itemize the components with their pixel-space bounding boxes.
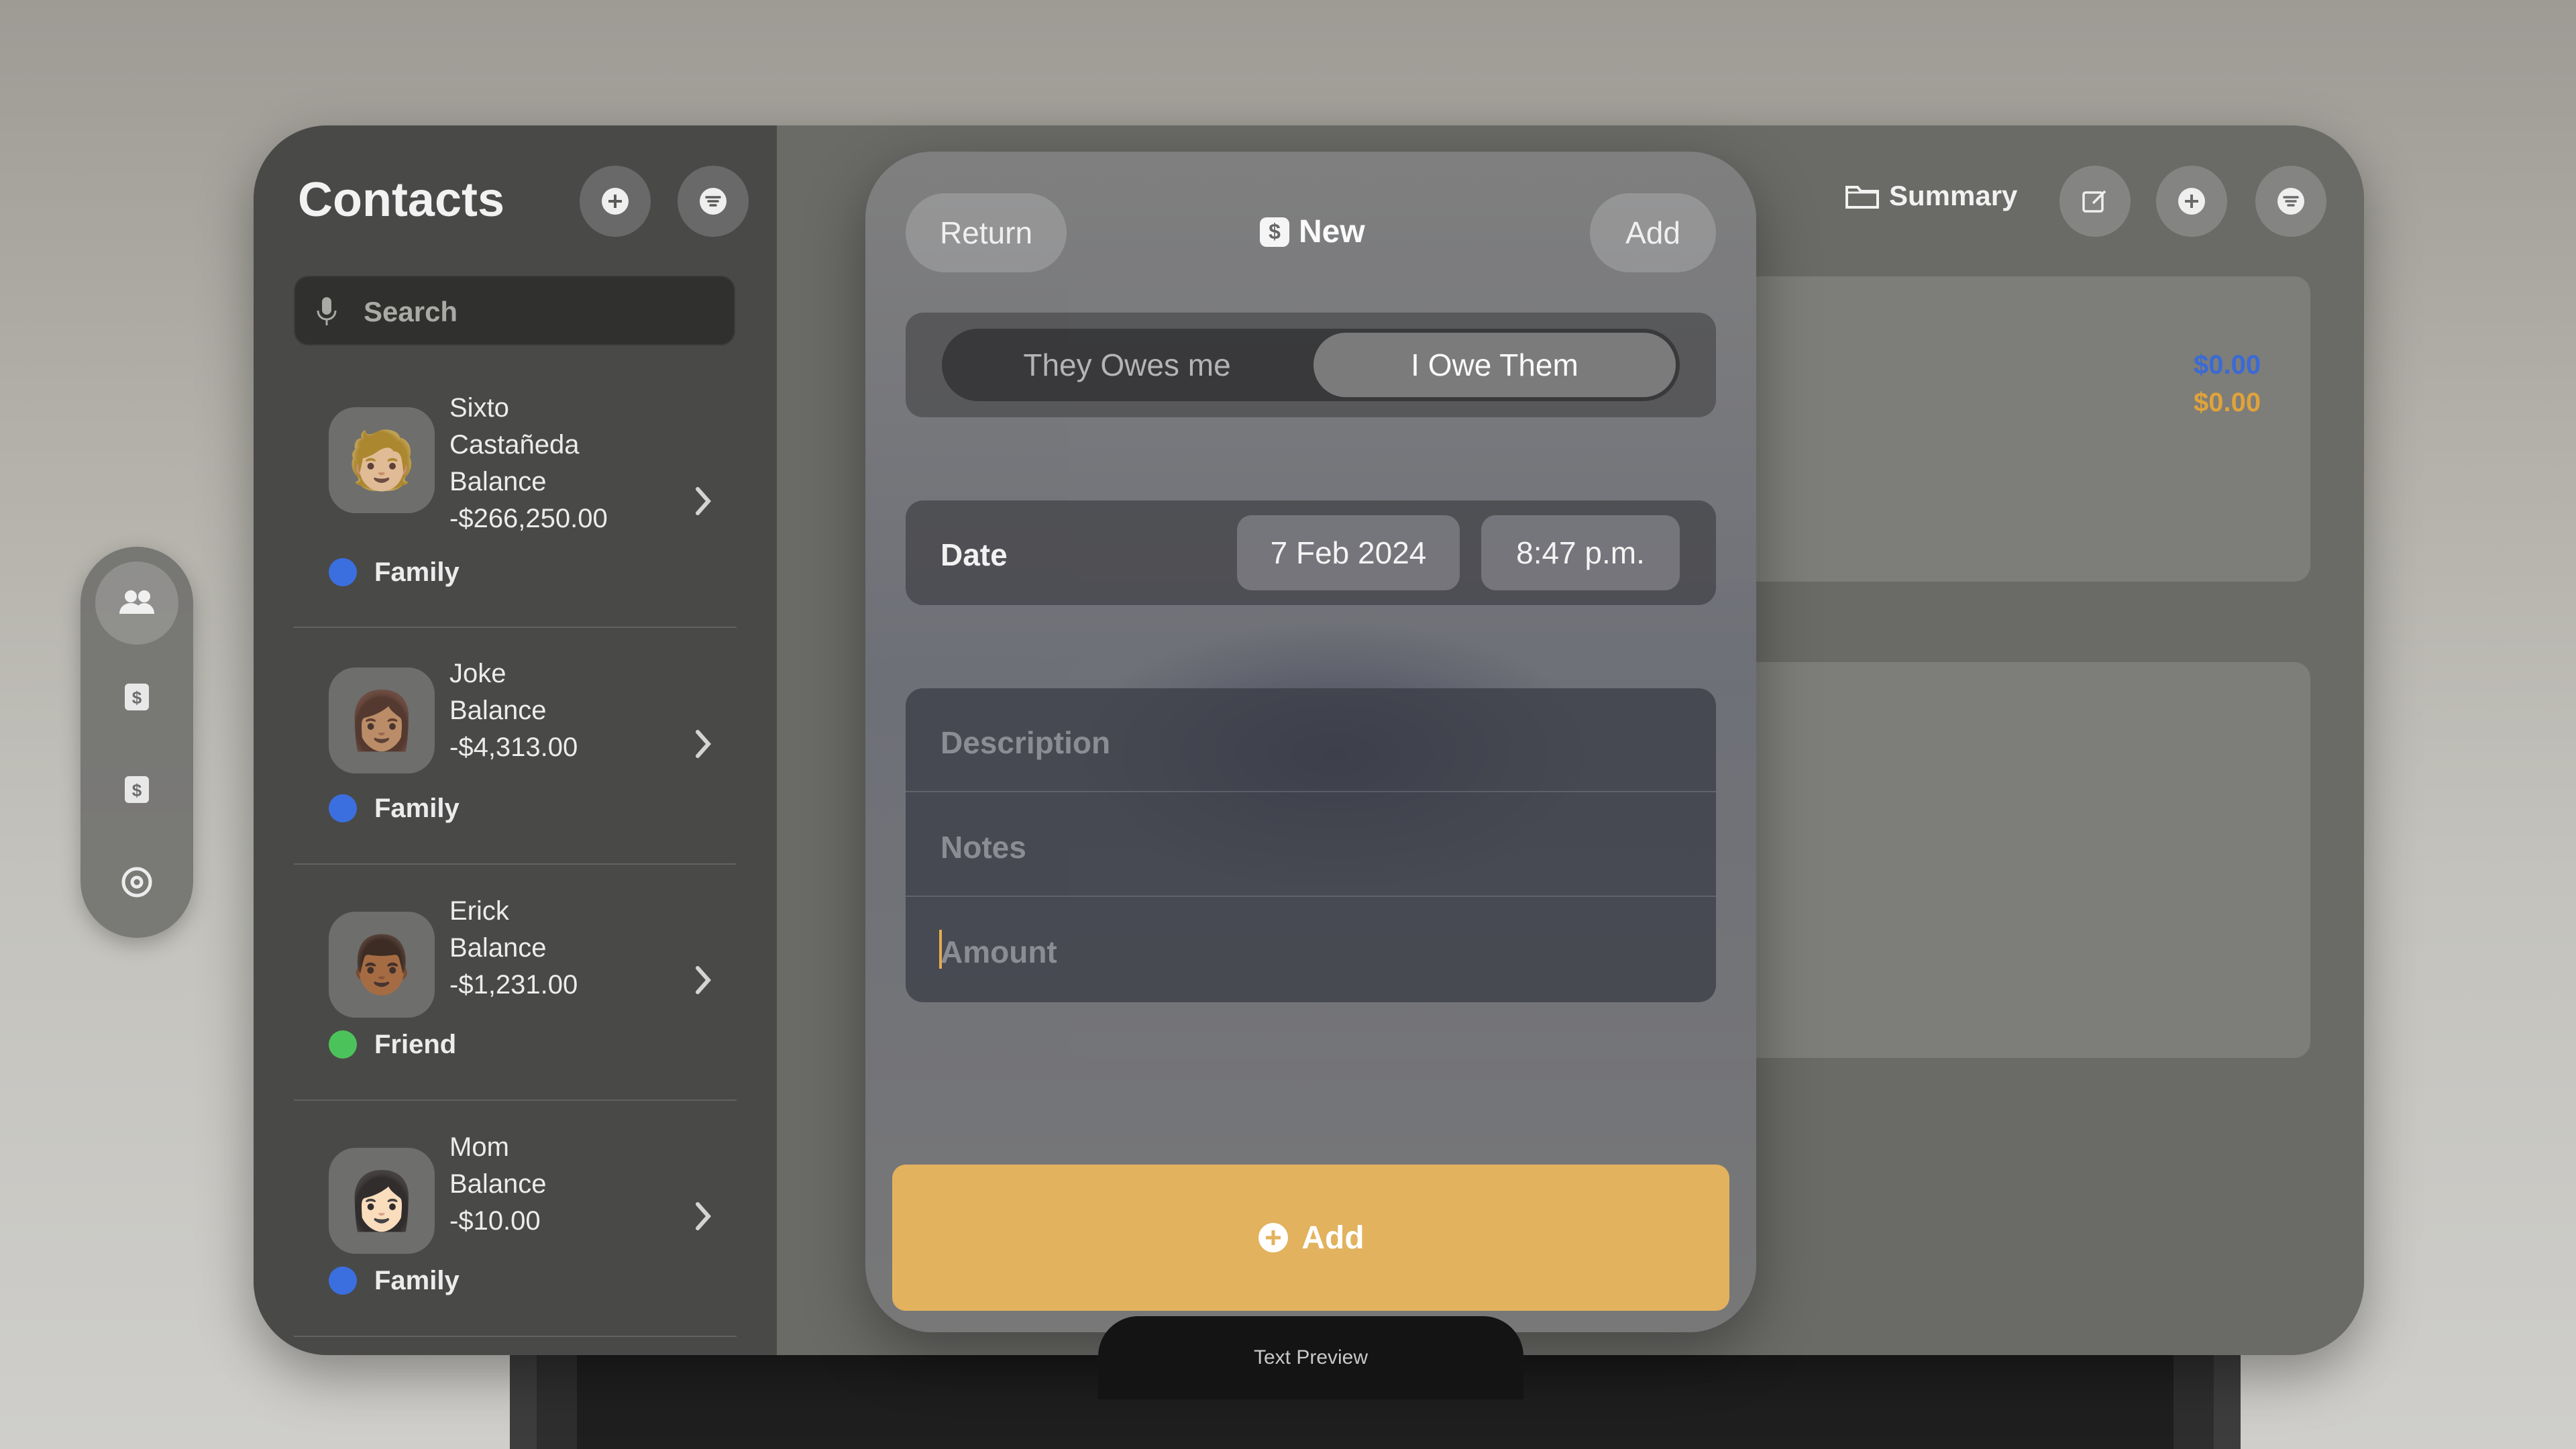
avatar: 🧑🏼 — [329, 407, 435, 513]
search-field[interactable]: Search — [294, 276, 735, 345]
contact-row[interactable]: 👨🏾 Erick Balance -$1,231.00 Friend — [294, 896, 737, 1146]
search-placeholder: Search — [364, 296, 458, 327]
divider — [294, 627, 737, 628]
description-placeholder: Description — [941, 725, 1111, 760]
contact-name: Mom — [449, 1132, 509, 1162]
summary-button[interactable]: Summary — [1845, 180, 2017, 212]
contact-tag: Family — [374, 557, 460, 587]
add-button[interactable]: Add — [892, 1165, 1729, 1311]
add-button-label: Add — [1301, 1220, 1364, 1256]
contact-row[interactable]: 👩🏻 Mom Balance -$10.00 Family — [294, 1132, 737, 1355]
date-picker[interactable]: 7 Feb 2024 — [1237, 515, 1460, 590]
time-picker[interactable]: 8:47 p.m. — [1481, 515, 1680, 590]
segment-they-owe-me[interactable]: They Owes me — [946, 333, 1308, 397]
notes-field[interactable]: Notes — [906, 793, 1716, 897]
sheet-title-text: New — [1299, 214, 1365, 250]
gear-icon — [121, 867, 152, 898]
contact-name: Erick — [449, 896, 509, 926]
contact-row[interactable]: 🧑🏼 Sixto Castañeda Balance -$266,250.00 … — [294, 393, 737, 642]
notes-placeholder: Notes — [941, 830, 1026, 865]
details-form: Description Notes Amount — [906, 688, 1716, 1002]
compose-icon — [2082, 190, 2106, 213]
amount-field[interactable]: Amount — [906, 898, 1716, 1002]
tag-color-dot — [329, 558, 357, 586]
tag-color-dot — [329, 794, 357, 822]
microphone-icon — [317, 297, 337, 325]
svg-text:$: $ — [132, 780, 142, 800]
contact-row[interactable]: 👩🏽 Joke Balance -$4,313.00 Family — [294, 659, 737, 910]
divider — [294, 863, 737, 865]
date-label: Date — [941, 537, 1008, 572]
segment-i-owe-them[interactable]: I Owe Them — [1313, 333, 1676, 397]
add-toolbar-button[interactable]: Add — [1590, 193, 1716, 272]
plus-circle-icon — [1258, 1223, 1289, 1252]
people-icon — [119, 590, 154, 614]
contact-info: Joke Balance -$4,313.00 — [449, 655, 678, 766]
filter-icon — [2277, 188, 2304, 215]
folder-icon — [1845, 186, 1879, 209]
avatar: 👩🏻 — [329, 1148, 435, 1254]
contact-info: Mom Balance -$10.00 — [449, 1129, 678, 1240]
return-button[interactable]: Return — [906, 193, 1067, 272]
balance-label: Balance — [449, 696, 547, 725]
tag-color-dot — [329, 1267, 357, 1295]
date-row: Date 7 Feb 2024 8:47 p.m. — [906, 500, 1716, 605]
contact-tag: Family — [374, 1266, 460, 1295]
balance-value: -$4,313.00 — [449, 733, 578, 762]
description-field[interactable]: Description — [906, 688, 1716, 792]
plus-circle-icon — [2178, 188, 2205, 215]
direction-section: They Owes me I Owe Them — [906, 313, 1716, 417]
direction-segmented-control[interactable]: They Owes me I Owe Them — [942, 329, 1680, 401]
divider — [294, 1099, 737, 1101]
add-transaction-button[interactable] — [2156, 166, 2227, 237]
rail-settings-button[interactable] — [95, 841, 178, 924]
filter-icon — [700, 188, 727, 215]
text-preview-ornament: Text Preview — [1098, 1316, 1523, 1399]
rail-contacts-button[interactable] — [95, 561, 178, 645]
filter-transactions-button[interactable] — [2255, 166, 2326, 237]
amount-i-owe: $0.00 — [2194, 388, 2261, 417]
svg-text:$: $ — [132, 688, 142, 708]
add-contact-button[interactable] — [580, 166, 651, 237]
compose-button[interactable] — [2059, 166, 2131, 237]
chevron-right-icon — [696, 730, 712, 758]
rail-summary-button[interactable]: $ — [95, 748, 178, 831]
tab-rail: $ $ — [80, 547, 193, 938]
dollar-icon: $ — [1260, 217, 1289, 247]
chevron-right-icon — [696, 966, 712, 994]
rail-transactions-button[interactable]: $ — [95, 655, 178, 739]
balance-label: Balance — [449, 467, 547, 496]
contacts-title: Contacts — [298, 173, 505, 227]
contact-info: Erick Balance -$1,231.00 — [449, 893, 678, 1004]
balance-value: -$1,231.00 — [449, 970, 578, 1000]
avatar: 👨🏾 — [329, 912, 435, 1018]
tag-color-dot — [329, 1030, 357, 1059]
avatar: 👩🏽 — [329, 667, 435, 773]
contact-name: Sixto — [449, 393, 509, 423]
contact-name-line2: Castañeda — [449, 430, 580, 460]
filter-button[interactable] — [678, 166, 749, 237]
chevron-right-icon — [696, 1202, 712, 1230]
sheet-title: $ New — [1260, 213, 1365, 250]
new-transaction-sheet: Return $ New Add They Owes me I Owe Them… — [865, 152, 1756, 1332]
summary-label: Summary — [1889, 180, 2018, 211]
contact-info: Sixto Castañeda Balance -$266,250.00 — [449, 390, 678, 537]
chevron-right-icon — [696, 487, 712, 515]
balance-value: -$266,250.00 — [449, 504, 608, 533]
contact-name: Joke — [449, 659, 506, 688]
contact-tag: Family — [374, 794, 460, 823]
dollar-doc-icon: $ — [125, 776, 149, 803]
plus-circle-icon — [602, 188, 629, 215]
balance-label: Balance — [449, 933, 547, 963]
dollar-doc-icon: $ — [125, 684, 149, 710]
amount-owed-to-me: $0.00 — [2194, 350, 2261, 380]
contacts-pane: Contacts Search 🧑🏼 Sixto Castañeda Balan… — [254, 125, 777, 1355]
balance-value: -$10.00 — [449, 1206, 541, 1236]
divider — [294, 1336, 737, 1337]
balance-label: Balance — [449, 1169, 547, 1199]
contact-tag: Friend — [374, 1030, 457, 1059]
amount-placeholder: Amount — [941, 934, 1057, 969]
